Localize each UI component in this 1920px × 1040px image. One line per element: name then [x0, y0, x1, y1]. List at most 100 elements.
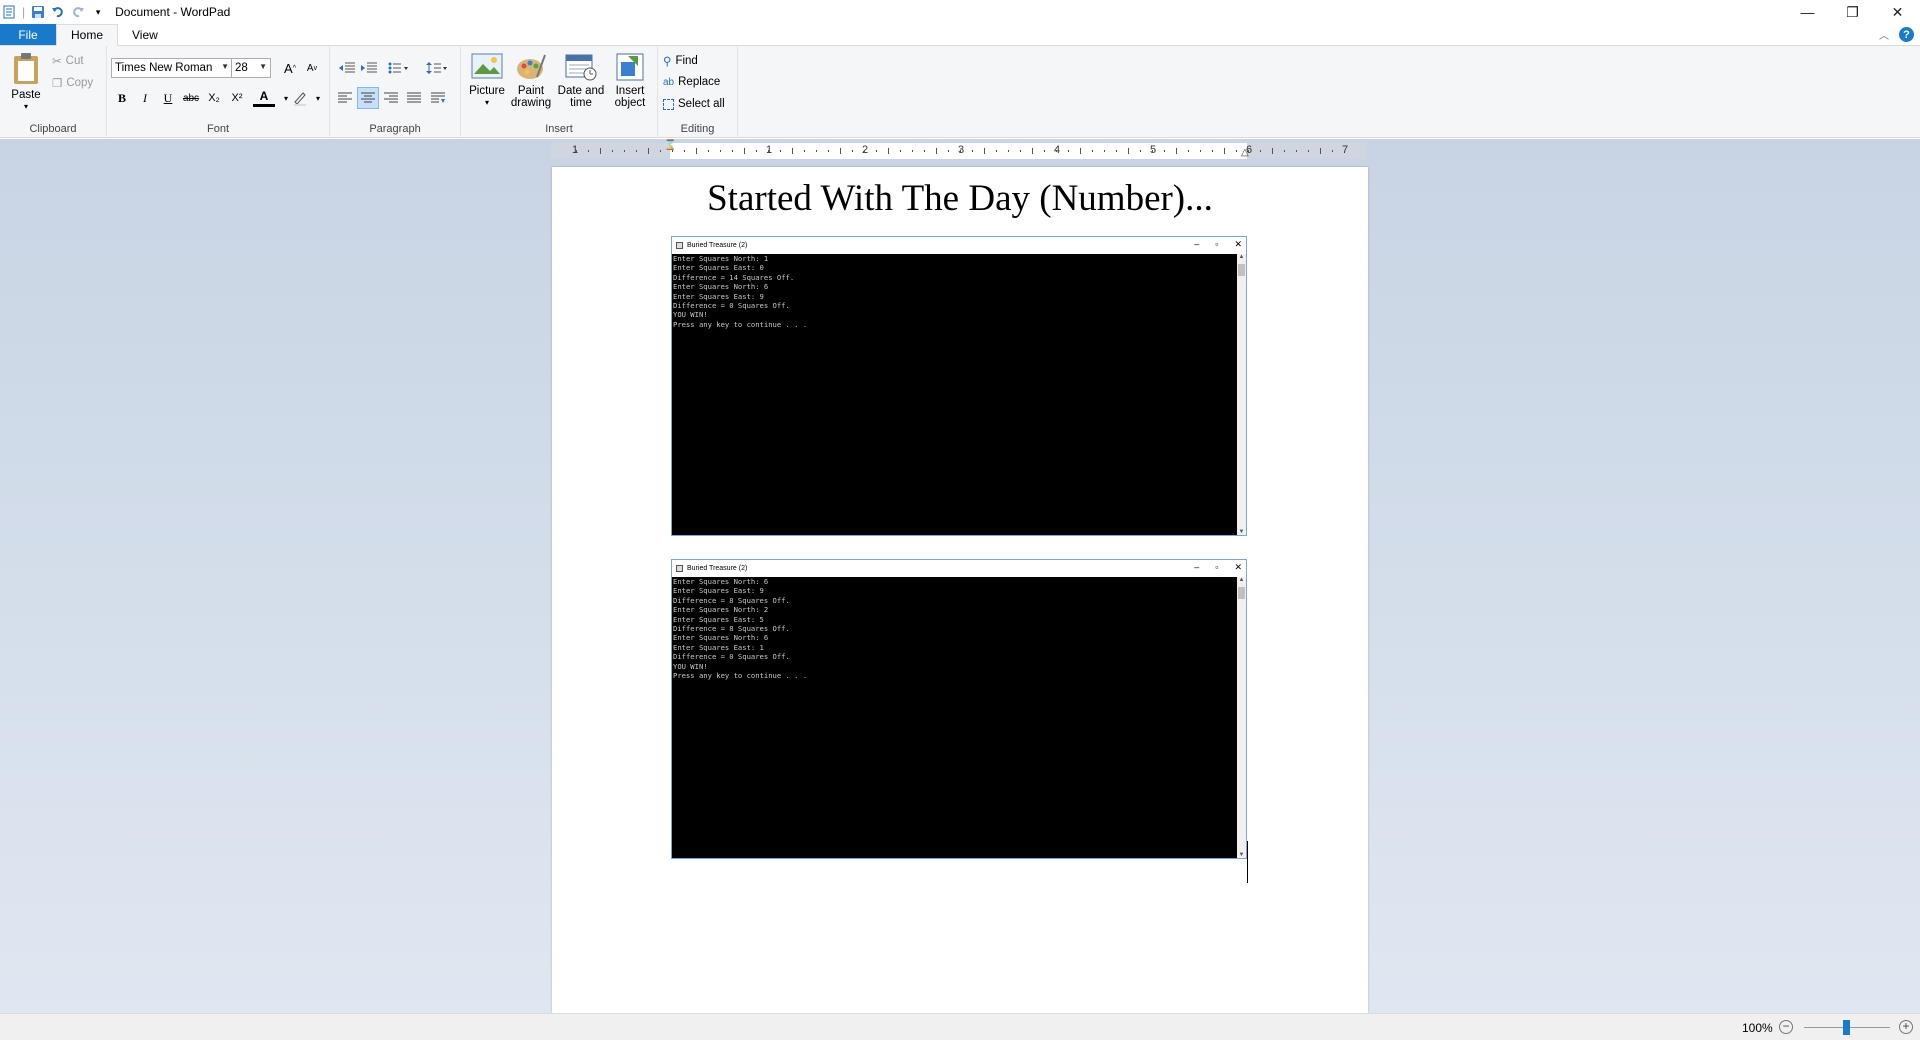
align-center-icon[interactable] [357, 87, 379, 109]
console-output: Enter Squares North: 1 Enter Squares Eas… [672, 254, 1238, 535]
paragraph-settings-icon[interactable] [427, 87, 449, 109]
ruler-left-margin [551, 143, 670, 159]
ruler-tick [600, 148, 601, 154]
ruler-tick [792, 148, 793, 154]
save-icon[interactable] [31, 5, 45, 19]
clipboard-group-label: Clipboard [29, 123, 77, 135]
font-family-select[interactable]: Times New Roman ▼ [111, 58, 233, 78]
copy-icon: ❐ [52, 78, 63, 90]
superscript-button[interactable]: X² [226, 87, 248, 109]
replace-button[interactable]: ab Replace [663, 76, 720, 88]
ruler-number: 5 [1150, 144, 1157, 156]
picture-button[interactable]: Picture ▾ [465, 52, 509, 109]
italic-button[interactable]: I [134, 87, 156, 109]
console-screenshot-2[interactable]: Buried Treasure (2) – ▫ ✕ Enter Squares No… [671, 559, 1247, 859]
font-size-select[interactable]: 28 ▼ [231, 58, 271, 78]
bullet-list-icon[interactable] [384, 57, 414, 79]
ruler-tick [924, 150, 925, 152]
tab-home[interactable]: Home [56, 24, 119, 46]
chevron-down-icon[interactable]: ▾ [307, 87, 329, 109]
wordpad-app-icon[interactable] [2, 5, 16, 19]
console-line: YOU WIN! [673, 310, 708, 320]
redo-icon[interactable] [71, 5, 85, 19]
insert-object-icon [614, 52, 646, 85]
document-page[interactable]: Started With The Day (Number)... Buried … [552, 167, 1368, 1013]
ruler-tick [1260, 150, 1261, 152]
clipboard-group: Paste ▾ ✂ Cut ❐ Copy Clipboard [0, 46, 107, 138]
shrink-font-button[interactable]: Av [301, 57, 323, 79]
tab-view[interactable]: View [118, 24, 172, 45]
align-right-icon[interactable] [380, 87, 402, 109]
bold-button[interactable]: B [111, 87, 133, 109]
ruler-tick [972, 150, 973, 152]
zoom-level: 100% [1742, 1021, 1773, 1035]
insert-group: Picture ▾ Paint drawing Date and time In… [461, 46, 658, 138]
window-controls: — ❐ ✕ [1785, 0, 1920, 24]
ruler-tick [1044, 150, 1045, 152]
ruler-tick [912, 150, 913, 152]
find-button[interactable]: ⚲ Find [663, 54, 698, 68]
select-all-button[interactable]: Select all [663, 98, 725, 110]
line-spacing-icon[interactable] [422, 57, 452, 79]
tab-file[interactable]: File [0, 24, 56, 45]
console-titlebar: Buried Treasure (2) – ▫ ✕ [672, 237, 1246, 254]
text-color-button[interactable]: A [253, 87, 275, 107]
increase-indent-icon[interactable] [358, 57, 380, 79]
ruler-tick [576, 150, 577, 152]
restore-button[interactable]: ❐ [1830, 0, 1875, 24]
document-workspace: 1 1 2 3 4 5 6 7 ⌛ △ Started With The Day… [0, 139, 1920, 1013]
horizontal-ruler[interactable]: 1 1 2 3 4 5 6 7 ⌛ △ [551, 140, 1366, 159]
datetime-label-line1: Date and [557, 85, 605, 97]
ruler-number: 1 [766, 144, 773, 156]
console-line: YOU WIN! [673, 661, 708, 671]
date-time-button[interactable]: Date and time [555, 52, 607, 109]
right-indent-marker-icon[interactable]: △ [1241, 147, 1249, 158]
customize-qat-dropdown-icon[interactable]: ▾ [91, 5, 105, 19]
document-heading[interactable]: Started With The Day (Number)... [552, 177, 1368, 220]
cut-button[interactable]: ✂ Cut [52, 54, 84, 68]
chevron-down-icon: ▼ [221, 62, 229, 71]
console-titlebar: Buried Treasure (2) – ▫ ✕ [672, 560, 1246, 577]
ruler-tick [852, 150, 853, 152]
ruler-tick [1080, 148, 1081, 154]
clipboard-icon [11, 52, 41, 89]
ruler-tick [672, 150, 673, 152]
copy-button[interactable]: ❐ Copy [52, 76, 93, 90]
console-line: Enter Squares East: 9 [673, 291, 764, 301]
ruler-tick [876, 150, 877, 152]
ruler-tick [684, 150, 685, 152]
minimize-button[interactable]: — [1785, 0, 1830, 24]
ruler-tick [1200, 150, 1201, 152]
paste-button[interactable]: Paste ▾ [8, 52, 44, 113]
subscript-button[interactable]: X₂ [203, 87, 225, 109]
close-button[interactable]: ✕ [1875, 0, 1920, 24]
ruler-tick [960, 150, 961, 152]
zoom-out-button[interactable]: − [1779, 1020, 1793, 1034]
ruler-tick [1032, 148, 1033, 154]
align-left-icon[interactable] [334, 87, 356, 109]
collapse-ribbon-icon[interactable]: ︿ [1879, 27, 1889, 42]
first-line-indent-marker-icon[interactable]: ⌛ [664, 140, 676, 151]
undo-icon[interactable] [51, 5, 65, 19]
zoom-in-button[interactable]: + [1899, 1020, 1913, 1034]
console-line: Difference = 8 Squares Off. [673, 595, 790, 605]
ruler-tick [936, 148, 937, 154]
ruler-tick [1212, 150, 1213, 152]
font-group: Times New Roman ▼ 28 ▼ A ^ Av B I U abc X… [107, 46, 330, 138]
console-screenshot-1[interactable]: Buried Treasure (2) – ▫ ✕ Enter Squares No… [671, 236, 1247, 536]
decrease-indent-icon[interactable] [336, 57, 358, 79]
ruler-tick [588, 150, 589, 152]
underline-button[interactable]: U [157, 87, 179, 109]
maximize-icon: ▫ [1215, 562, 1219, 572]
strikethrough-button[interactable]: abc [180, 87, 202, 109]
ruler-tick [1128, 148, 1129, 154]
console-line: Enter Squares North: 1 [673, 254, 769, 263]
zoom-slider-thumb[interactable] [1843, 1020, 1850, 1035]
justify-icon[interactable] [403, 87, 425, 109]
paint-drawing-button[interactable]: Paint drawing [509, 52, 553, 109]
help-icon[interactable]: ? [1899, 27, 1914, 42]
ruler-tick [1008, 150, 1009, 152]
grow-font-button[interactable]: A ^ [279, 57, 301, 79]
ruler-tick [1332, 150, 1333, 152]
insert-object-button[interactable]: Insert object [609, 52, 651, 109]
